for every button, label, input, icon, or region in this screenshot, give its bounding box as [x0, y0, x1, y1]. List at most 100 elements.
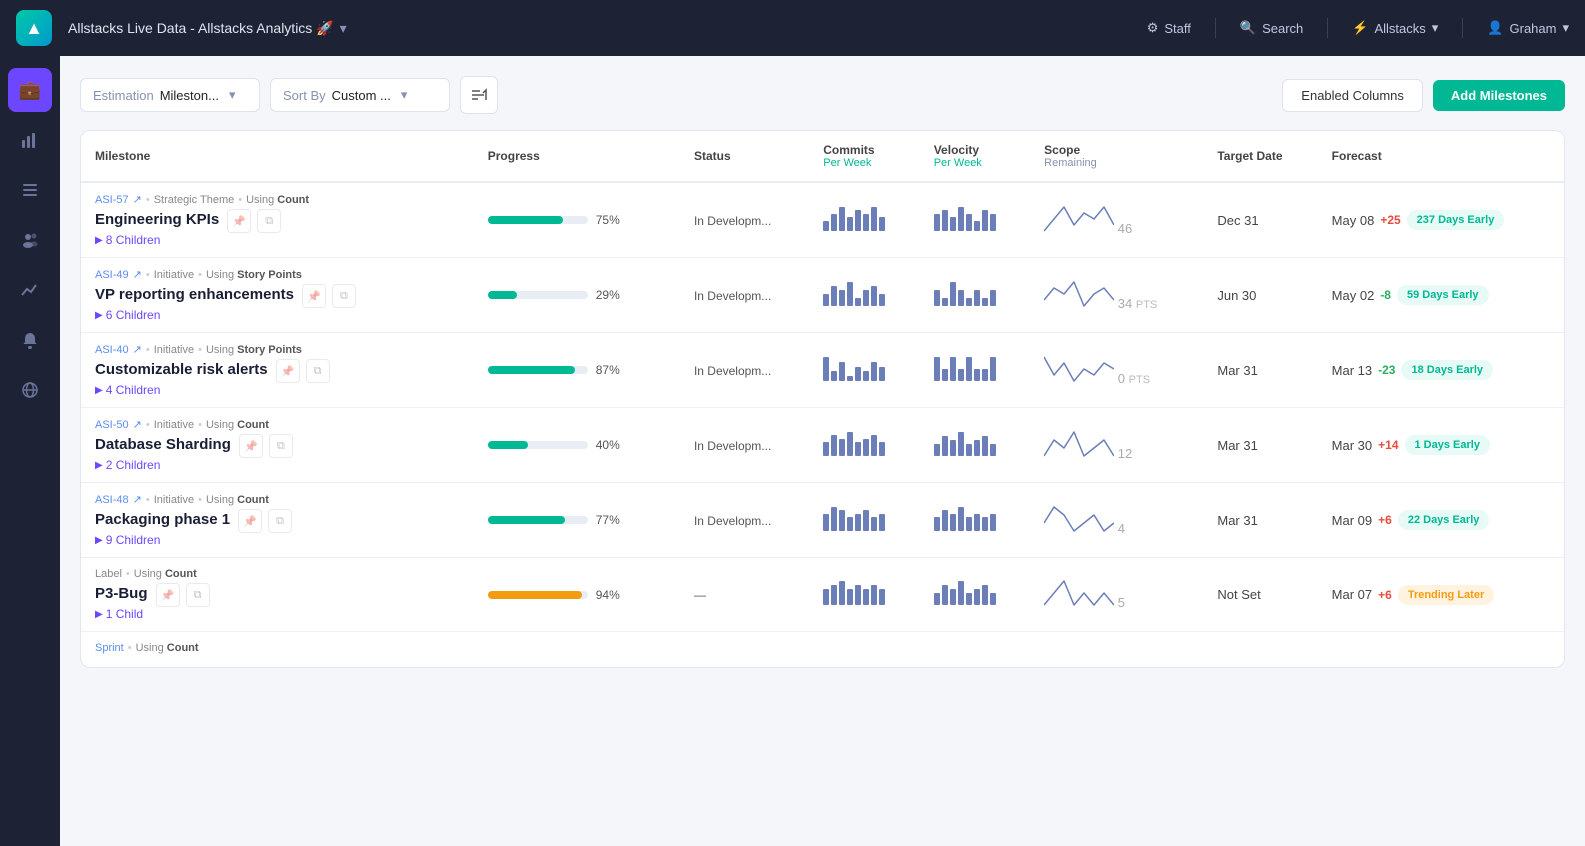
scope-cell: 4	[1030, 483, 1203, 558]
topnav: ▲ Allstacks Live Data - Allstacks Analyt…	[0, 0, 1585, 56]
scope-cell: 46	[1030, 182, 1203, 258]
children-toggle[interactable]: ▶ 4 Children	[95, 383, 460, 397]
children-toggle[interactable]: ▶ 6 Children	[95, 308, 460, 322]
target-date-cell: Mar 31	[1203, 483, 1317, 558]
commits-cell	[809, 333, 919, 408]
target-date-cell: Jun 30	[1203, 258, 1317, 333]
col-commits: Commits Per Week	[809, 131, 919, 182]
title-caret-icon[interactable]: ▾	[340, 20, 347, 37]
milestone-cell: ASI-40 ↗ • Initiative • Using Story Poin…	[81, 333, 474, 408]
external-link-icon: ↗	[133, 493, 142, 506]
sidebar-item-metrics[interactable]	[8, 268, 52, 312]
col-scope: Scope Remaining	[1030, 131, 1203, 182]
table-row: ASI-57 ↗ • Strategic Theme • Using Count…	[81, 182, 1564, 258]
sidebar-item-briefcase[interactable]: 💼	[8, 68, 52, 112]
status-cell: In Developm...	[680, 182, 809, 258]
pin-icon[interactable]: 📌	[276, 359, 300, 383]
target-date-cell: Mar 31	[1203, 333, 1317, 408]
search-icon: 🔍	[1240, 20, 1256, 36]
app-logo[interactable]: ▲	[16, 10, 52, 46]
pin-icon[interactable]: 📌	[156, 583, 180, 607]
pin-icon[interactable]: 📌	[239, 434, 263, 458]
forecast-cell: Mar 13 -23 18 Days Early	[1318, 333, 1564, 408]
milestone-name: Engineering KPIs	[95, 211, 219, 228]
sidebar-item-globe[interactable]	[8, 368, 52, 412]
forecast-cell: Mar 09 +6 22 Days Early	[1318, 483, 1564, 558]
user-icon: 👤	[1487, 20, 1503, 36]
col-target-date: Target Date	[1203, 131, 1317, 182]
user-nav-item[interactable]: 👤 Graham ▾	[1487, 20, 1569, 36]
external-link-icon: ↗	[133, 418, 142, 431]
staff-nav-item[interactable]: ⚙ Staff	[1147, 20, 1191, 36]
table-row: ASI-49 ↗ • Initiative • Using Story Poin…	[81, 258, 1564, 333]
table-row: Sprint •Using Count	[81, 632, 1564, 668]
status-cell: In Developm...	[680, 333, 809, 408]
search-nav-item[interactable]: 🔍 Search	[1240, 20, 1303, 36]
forecast-cell: Mar 07 +6 Trending Later	[1318, 558, 1564, 632]
copy-icon[interactable]: ⧉	[186, 583, 210, 607]
sidebar-item-chart[interactable]	[8, 118, 52, 162]
velocity-cell	[920, 483, 1030, 558]
user-caret-icon: ▾	[1562, 20, 1569, 36]
copy-icon[interactable]: ⧉	[332, 284, 356, 308]
target-date-cell: Dec 31	[1203, 182, 1317, 258]
table-row: ASI-40 ↗ • Initiative • Using Story Poin…	[81, 333, 1564, 408]
milestone-action-icons: 📌 ⧉	[276, 359, 330, 383]
scope-cell: 5	[1030, 558, 1203, 632]
pin-icon[interactable]: 📌	[227, 209, 251, 233]
velocity-cell	[920, 408, 1030, 483]
col-status: Status	[680, 131, 809, 182]
forecast-cell: Mar 30 +14 1 Days Early	[1318, 408, 1564, 483]
main-content: Estimation Mileston... ▾ Sort By Custom …	[60, 56, 1585, 846]
sort-order-button[interactable]	[460, 76, 498, 114]
add-milestones-button[interactable]: Add Milestones	[1433, 80, 1565, 111]
external-link-icon: ↗	[133, 268, 142, 281]
milestone-action-icons: 📌 ⧉	[238, 509, 292, 533]
commits-cell	[809, 558, 919, 632]
copy-icon[interactable]: ⧉	[268, 509, 292, 533]
forecast-cell: May 08 +25 237 Days Early	[1318, 182, 1564, 258]
sidebar-item-bell[interactable]	[8, 318, 52, 362]
children-toggle[interactable]: ▶ 9 Children	[95, 533, 460, 547]
progress-cell: 77%	[474, 483, 680, 558]
velocity-cell	[920, 258, 1030, 333]
sort-filter[interactable]: Sort By Custom ... ▾	[270, 78, 450, 112]
estimation-prefix: Estimation	[93, 88, 154, 103]
pin-icon[interactable]: 📌	[238, 509, 262, 533]
status-cell: In Developm...	[680, 408, 809, 483]
velocity-cell	[920, 182, 1030, 258]
progress-cell: 40%	[474, 408, 680, 483]
scope-cell: 34 PTS	[1030, 258, 1203, 333]
app-title: Allstacks Live Data - Allstacks Analytic…	[68, 20, 347, 37]
milestone-action-icons: 📌 ⧉	[156, 583, 210, 607]
scope-cell: 0 PTS	[1030, 333, 1203, 408]
enabled-columns-button[interactable]: Enabled Columns	[1282, 79, 1423, 112]
estimation-caret-icon: ▾	[229, 87, 236, 103]
table-header-row: Milestone Progress Status Commits Per We…	[81, 131, 1564, 182]
commits-cell	[809, 258, 919, 333]
copy-icon[interactable]: ⧉	[257, 209, 281, 233]
milestone-name: Customizable risk alerts	[95, 361, 268, 378]
milestone-cell: ASI-57 ↗ • Strategic Theme • Using Count…	[81, 182, 474, 258]
velocity-cell	[920, 558, 1030, 632]
milestone-cell: ASI-48 ↗ • Initiative • Using Count Pack…	[81, 483, 474, 558]
allstacks-nav-item[interactable]: ⚡ Allstacks ▾	[1352, 20, 1438, 36]
commits-cell	[809, 182, 919, 258]
children-toggle[interactable]: ▶ 1 Child	[95, 607, 460, 621]
sidebar-item-users[interactable]	[8, 218, 52, 262]
target-date-cell: Not Set	[1203, 558, 1317, 632]
sort-prefix: Sort By	[283, 88, 326, 103]
copy-icon[interactable]: ⧉	[306, 359, 330, 383]
forecast-cell: May 02 -8 59 Days Early	[1318, 258, 1564, 333]
commits-cell	[809, 408, 919, 483]
sort-value: Custom ...	[332, 88, 391, 103]
sidebar-item-list[interactable]	[8, 168, 52, 212]
children-toggle[interactable]: ▶ 8 Children	[95, 233, 460, 247]
status-cell: In Developm...	[680, 258, 809, 333]
table-row: ASI-48 ↗ • Initiative • Using Count Pack…	[81, 483, 1564, 558]
topnav-actions: ⚙ Staff 🔍 Search ⚡ Allstacks ▾ 👤 Graham …	[1147, 18, 1569, 38]
pin-icon[interactable]: 📌	[302, 284, 326, 308]
children-toggle[interactable]: ▶ 2 Children	[95, 458, 460, 472]
copy-icon[interactable]: ⧉	[269, 434, 293, 458]
estimation-filter[interactable]: Estimation Mileston... ▾	[80, 78, 260, 112]
